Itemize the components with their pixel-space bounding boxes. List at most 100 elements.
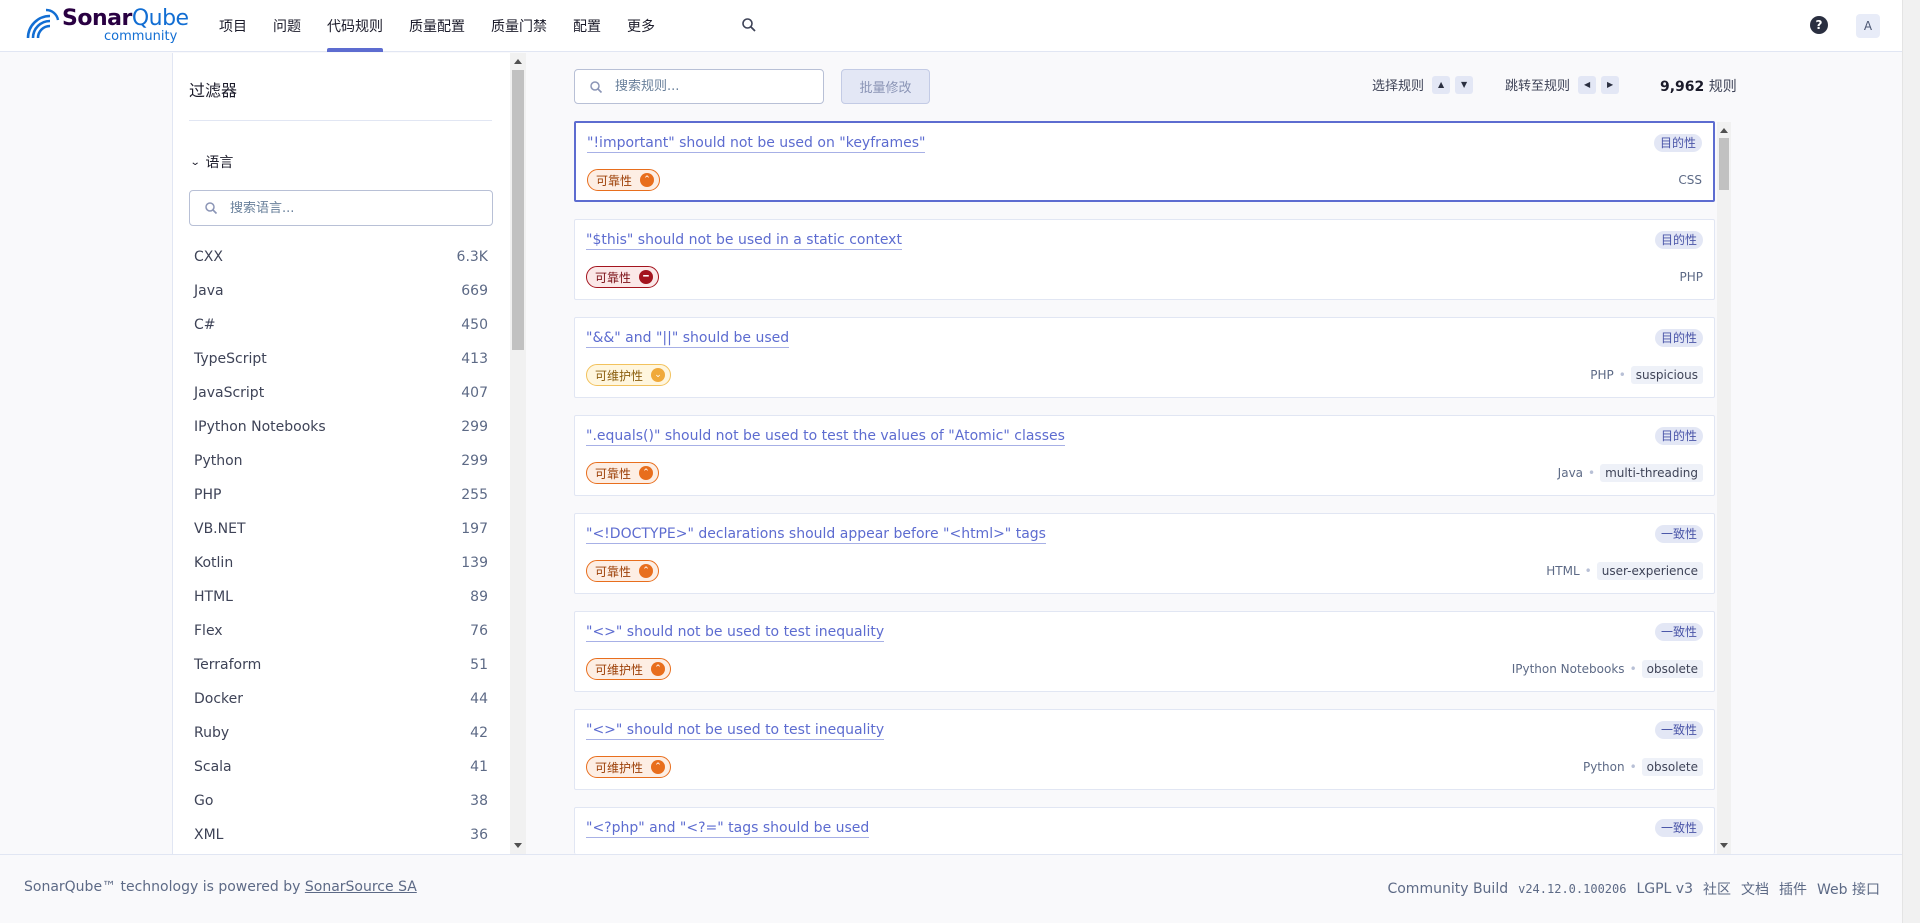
rule-item[interactable]: "$this" should not be used in a static c… <box>574 219 1715 300</box>
bulk-change-button[interactable]: 批量修改 <box>841 69 930 104</box>
help-icon[interactable]: ? <box>1810 16 1828 34</box>
language-item[interactable]: IPython Notebooks 299 <box>189 410 493 444</box>
version-label: v24.12.0.100206 <box>1518 882 1627 896</box>
rule-language: Python <box>1582 760 1625 774</box>
footer-links: Community Build v24.12.0.100206 LGPL v3 … <box>1387 879 1880 899</box>
rule-meta: PHP <box>1680 266 1704 288</box>
language-item[interactable]: Flex 76 <box>189 614 493 648</box>
rule-language: HTML <box>1546 564 1580 578</box>
nav-projects[interactable]: 项目 <box>206 0 260 52</box>
web-api-link[interactable]: Web 接口 <box>1817 879 1880 899</box>
language-item[interactable]: C# 450 <box>189 308 493 342</box>
search-icon[interactable] <box>740 16 758 34</box>
scrollbar-thumb[interactable] <box>1719 138 1729 190</box>
language-item[interactable]: CXX 6.3K <box>189 240 493 274</box>
sidebar-scrollbar[interactable] <box>510 53 526 854</box>
language-name: C# <box>194 317 216 333</box>
language-item[interactable]: Ruby 42 <box>189 716 493 750</box>
plugins-link[interactable]: 插件 <box>1779 879 1807 899</box>
scroll-up-icon[interactable] <box>514 59 522 64</box>
rule-item[interactable]: "<?php" and "<?=" tags should be used 一致… <box>574 807 1715 854</box>
clean-code-attribute-badge: 目的性 <box>1654 427 1703 445</box>
rule-title-link[interactable]: "<>" should not be used to test inequali… <box>586 721 885 740</box>
rule-item[interactable]: "<>" should not be used to test inequali… <box>574 709 1715 790</box>
severity-medium-icon: ⌄ <box>651 368 666 382</box>
rule-language: PHP <box>1590 368 1614 382</box>
rule-title-link[interactable]: "<!DOCTYPE>" declarations should appear … <box>586 525 1046 544</box>
language-item[interactable]: Python 299 <box>189 444 493 478</box>
rule-tag: obsolete <box>1641 660 1703 678</box>
clean-code-attribute-badge: 一致性 <box>1654 525 1703 543</box>
severity-high-icon: ⌃ <box>651 662 666 676</box>
logo-subtitle: community <box>104 28 178 44</box>
scroll-down-icon[interactable] <box>1720 843 1728 848</box>
language-item[interactable]: XML 36 <box>189 818 493 852</box>
sonarsource-link[interactable]: SonarSource SA <box>305 879 417 895</box>
impact-pill[interactable]: 可维护性 ⌄ <box>586 364 672 386</box>
nav-rules[interactable]: 代码规则 <box>314 0 396 52</box>
rule-title-link[interactable]: "$this" should not be used in a static c… <box>586 231 902 250</box>
nav-issues[interactable]: 问题 <box>260 0 314 52</box>
rule-item[interactable]: "!important" should not be used on "keyf… <box>574 121 1715 202</box>
nav-quality-profiles[interactable]: 质量配置 <box>396 0 478 52</box>
impact-pill[interactable]: 可靠性 ⌃ <box>587 169 661 191</box>
language-item[interactable]: Kotlin 139 <box>189 546 493 580</box>
severity-high-icon: ⌃ <box>640 173 655 187</box>
language-search-input[interactable] <box>230 200 470 216</box>
rule-language: IPython Notebooks <box>1511 662 1625 676</box>
language-item[interactable]: Docker 44 <box>189 682 493 716</box>
footer-powered-by: SonarQube™ technology is powered by Sona… <box>24 879 417 895</box>
language-item[interactable]: PHP 255 <box>189 478 493 512</box>
rule-title-link[interactable]: "<?php" and "<?=" tags should be used <box>586 819 870 838</box>
select-rules-hint: 选择规则 ▲ ▼ <box>1372 75 1474 94</box>
language-item[interactable]: HTML 89 <box>189 580 493 614</box>
language-item[interactable]: Go 38 <box>189 784 493 818</box>
docs-link[interactable]: 文档 <box>1741 879 1769 899</box>
rule-meta: Python • obsolete <box>1583 756 1703 778</box>
language-item[interactable]: Java 669 <box>189 274 493 308</box>
sonarqube-logo[interactable]: SonarQube community <box>22 6 189 44</box>
impact-pill[interactable]: 可靠性 ━ <box>586 266 660 288</box>
nav-quality-gates[interactable]: 质量门禁 <box>478 0 560 52</box>
rule-item[interactable]: "&&" and "||" should be used 目的性 可维护性 ⌄ P… <box>574 317 1715 398</box>
license-link[interactable]: LGPL v3 <box>1636 881 1693 897</box>
avatar[interactable]: A <box>1856 14 1880 38</box>
impact-label: 可维护性 <box>595 760 644 775</box>
scroll-down-icon[interactable] <box>514 843 522 848</box>
language-facet-toggle[interactable]: ⌄ 语言 <box>190 152 234 172</box>
language-name: IPython Notebooks <box>194 419 326 435</box>
language-name: XML <box>194 827 224 843</box>
language-item[interactable]: Scala 41 <box>189 750 493 784</box>
language-item[interactable]: JavaScript 407 <box>189 376 493 410</box>
nav-administration[interactable]: 配置 <box>560 0 614 52</box>
language-item[interactable]: TypeScript 413 <box>189 342 493 376</box>
impact-pill[interactable]: 可靠性 ⌃ <box>586 560 660 582</box>
page-scrollbar[interactable] <box>1902 0 1920 923</box>
language-item[interactable]: VB.NET 197 <box>189 512 493 546</box>
rule-search-input[interactable] <box>615 79 815 94</box>
rule-item[interactable]: ".equals()" should not be used to test t… <box>574 415 1715 496</box>
community-link[interactable]: 社区 <box>1703 879 1731 899</box>
scroll-up-icon[interactable] <box>1720 128 1728 133</box>
impact-pill[interactable]: 可维护性 ⌃ <box>586 658 672 680</box>
scrollbar-thumb[interactable] <box>512 70 524 350</box>
language-item[interactable]: Terraform 51 <box>189 648 493 682</box>
top-navigation: SonarQube community 项目 问题 代码规则 质量配置 质量门禁… <box>0 0 1902 52</box>
arrow-up-icon: ▲ <box>1432 75 1451 94</box>
language-count: 197 <box>461 521 488 537</box>
filters-title: 过滤器 <box>189 81 238 100</box>
rules-scrollbar[interactable] <box>1717 122 1731 854</box>
language-name: HTML <box>194 589 233 605</box>
filters-sidebar: 过滤器 ⌄ 语言 CXX 6.3K Java 669 C# 450 TypeScrip… <box>172 53 526 854</box>
rule-title-link[interactable]: ".equals()" should not be used to test t… <box>586 427 1065 446</box>
language-count: 51 <box>470 657 488 673</box>
nav-more[interactable]: 更多 <box>614 0 668 52</box>
impact-pill[interactable]: 可靠性 ⌃ <box>586 462 660 484</box>
rule-title-link[interactable]: "&&" and "||" should be used <box>586 329 790 348</box>
rule-item[interactable]: "<!DOCTYPE>" declarations should appear … <box>574 513 1715 594</box>
rule-title-link[interactable]: "<>" should not be used to test inequali… <box>586 623 885 642</box>
rule-title-link[interactable]: "!important" should not be used on "keyf… <box>587 134 926 153</box>
impact-pill[interactable]: 可维护性 ⌃ <box>586 756 672 778</box>
rule-item[interactable]: "<>" should not be used to test inequali… <box>574 611 1715 692</box>
language-count: 89 <box>470 589 488 605</box>
